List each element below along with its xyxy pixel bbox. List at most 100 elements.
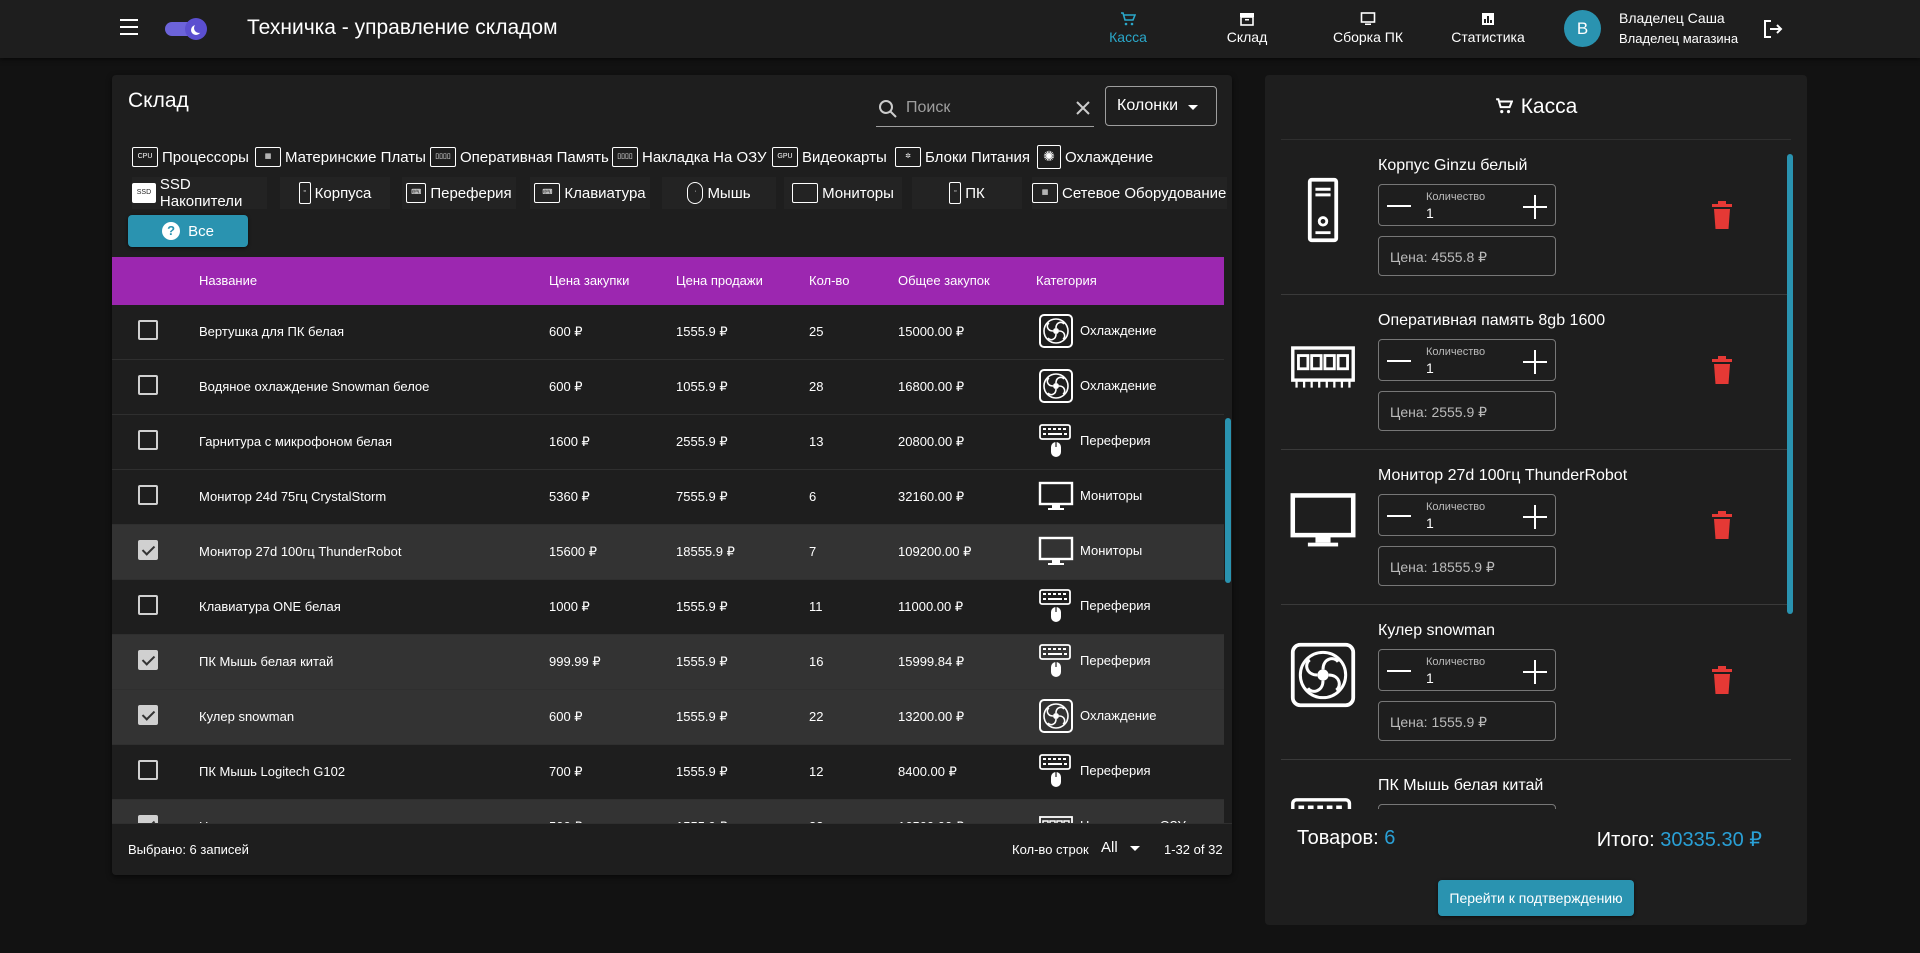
cell-name: Клавиатура ONE белая	[199, 599, 341, 614]
quantity-value[interactable]: 1	[1426, 515, 1434, 531]
quantity-stepper[interactable]: Количество1	[1378, 649, 1556, 691]
plus-icon[interactable]	[1523, 660, 1547, 684]
category-chip[interactable]: Мониторы	[784, 177, 902, 209]
cell-name: ПК Мышь белая китай	[199, 654, 334, 669]
category-chip-all[interactable]: ? Все	[128, 215, 248, 247]
category-chip[interactable]: ✺ Охлаждение	[1037, 141, 1154, 173]
quantity-value[interactable]: 1	[1426, 360, 1434, 376]
theme-toggle[interactable]	[165, 18, 207, 40]
category-label: Сетевое Оборудование	[1062, 184, 1227, 202]
row-checkbox[interactable]	[138, 760, 158, 780]
col-category[interactable]: Категория	[1036, 273, 1097, 288]
row-checkbox[interactable]	[138, 430, 158, 450]
cell-qty: 28	[809, 379, 824, 394]
nav-sklad[interactable]: Склад	[1222, 12, 1272, 45]
cell-qty: 13	[809, 434, 824, 449]
col-qty[interactable]: Кол-во	[809, 273, 849, 288]
category-chip[interactable]: ▫ ПК	[912, 177, 1022, 209]
columns-button[interactable]: Колонки	[1105, 86, 1217, 126]
nav-sborka[interactable]: Сборка ПК	[1328, 12, 1408, 45]
confirm-button[interactable]: Перейти к подтверждению	[1438, 880, 1634, 916]
category-chip[interactable]: ▯▯▯▯ Оперативная Память	[430, 141, 609, 173]
table-row[interactable]: Монитор 24d 75гц CrystalStorm 5360 ₽ 7555.…	[112, 470, 1224, 525]
row-checkbox[interactable]	[138, 705, 158, 725]
category-chip[interactable]: SSD SSD Накопители	[132, 176, 267, 210]
plus-icon[interactable]	[1523, 505, 1547, 529]
table-row[interactable]: Гарнитура с микрофоном белая 1600 ₽ 2555.9…	[112, 415, 1224, 470]
table-row[interactable]: Вертушка для ПК белая 600 ₽ 1555.9 ₽ 25 1500…	[112, 305, 1224, 360]
table-row[interactable]: Клавиатура ONE белая 1000 ₽ 1555.9 ₽ 11 1100…	[112, 580, 1224, 635]
category-chip[interactable]: · Мышь	[662, 177, 776, 209]
trash-icon[interactable]	[1710, 510, 1734, 540]
price-field[interactable]: Цена: 1555.9 ₽	[1378, 701, 1556, 741]
scroll-thumb[interactable]	[1225, 418, 1231, 583]
row-checkbox[interactable]	[138, 540, 158, 560]
psu-icon: ✲	[895, 147, 921, 167]
col-name[interactable]: Название	[199, 273, 257, 288]
nav-stat-label: Статистика	[1451, 29, 1525, 45]
nav-kassa[interactable]: Касса	[1106, 12, 1150, 45]
minus-icon[interactable]	[1387, 670, 1411, 672]
kassa-title: Касса	[1265, 95, 1807, 119]
category-chip[interactable]: GPU Видеокарты	[772, 141, 887, 173]
category-chip[interactable]: ⌨ Клавиатура	[530, 177, 650, 209]
close-icon[interactable]	[1074, 99, 1092, 117]
cell-sell-price: 2555.9 ₽	[676, 434, 728, 449]
table-row[interactable]: Монитор 27d 100гц ThunderRobot 15600 ₽ 185…	[112, 525, 1224, 580]
table-row[interactable]: Водяное охлаждение Snowman белое 600 ₽ 105…	[112, 360, 1224, 415]
col-total[interactable]: Общее закупок	[898, 273, 990, 288]
minus-icon[interactable]	[1387, 205, 1411, 207]
cell-total: 109200.00 ₽	[898, 544, 972, 559]
motherboard-icon: ▦	[255, 147, 281, 167]
logout-icon[interactable]	[1762, 18, 1784, 40]
minus-icon[interactable]	[1387, 360, 1411, 362]
category-chip[interactable]: ✲ Блоки Питания	[895, 141, 1031, 173]
row-checkbox[interactable]	[138, 320, 158, 340]
table-row[interactable]: ПК Мышь Logitech G102 700 ₽ 1555.9 ₽ 12 8400…	[112, 745, 1224, 800]
kassa-scrollbar[interactable]	[1787, 140, 1793, 796]
quantity-value[interactable]: 1	[1426, 670, 1434, 686]
scroll-thumb[interactable]	[1787, 154, 1793, 614]
nav-stat[interactable]: Статистика	[1446, 12, 1530, 45]
category-chip[interactable]: ▦ Материнские Платы	[255, 141, 426, 173]
table-row[interactable]: ПК Мышь белая китай 999.99 ₽ 1555.9 ₽ 16 159…	[112, 635, 1224, 690]
cart-item: Монитор 27d 100гц ThunderRobot Количество…	[1281, 450, 1791, 605]
price-field[interactable]: Цена: 4555.8 ₽	[1378, 236, 1556, 276]
row-checkbox[interactable]	[138, 375, 158, 395]
col-buy[interactable]: Цена закупки	[549, 273, 629, 288]
row-checkbox[interactable]	[138, 815, 158, 823]
trash-icon[interactable]	[1710, 200, 1734, 230]
table-scrollbar[interactable]	[1224, 305, 1232, 823]
row-checkbox[interactable]	[138, 485, 158, 505]
avatar[interactable]: В	[1564, 10, 1601, 47]
quantity-stepper[interactable]: Количество1	[1378, 804, 1556, 809]
price-field[interactable]: Цена: 2555.9 ₽	[1378, 391, 1556, 431]
plus-icon[interactable]	[1523, 350, 1547, 374]
quantity-stepper[interactable]: Количество1	[1378, 494, 1556, 536]
category-chip[interactable]: ▦ Сетевое Оборудование	[1032, 177, 1227, 209]
table-row[interactable]: Накладки на оперативную память500 ₽1555.…	[112, 800, 1224, 823]
cell-buy-price: 600 ₽	[549, 709, 583, 724]
quantity-stepper[interactable]: Количество1	[1378, 339, 1556, 381]
category-label: Клавиатура	[564, 184, 646, 202]
minus-icon[interactable]	[1387, 515, 1411, 517]
quantity-value[interactable]: 1	[1426, 205, 1434, 221]
category-chip[interactable]: ▯▯▯▯ Накладка На ОЗУ	[612, 141, 767, 173]
row-checkbox[interactable]	[138, 595, 158, 615]
menu-icon[interactable]	[116, 19, 142, 39]
trash-icon[interactable]	[1710, 665, 1734, 695]
keyboard-icon: ⌨	[534, 183, 561, 203]
chevron-down-icon[interactable]	[1130, 846, 1140, 851]
search-field[interactable]: Поиск	[876, 87, 1094, 127]
category-chip[interactable]: ⌨ Переферия	[402, 177, 516, 209]
table-row[interactable]: Кулер snowman 600 ₽ 1555.9 ₽ 22 13200.00 ₽ Ох…	[112, 690, 1224, 745]
price-field[interactable]: Цена: 18555.9 ₽	[1378, 546, 1556, 586]
category-chip[interactable]: ▫ Корпуса	[280, 177, 390, 209]
category-chip[interactable]: CPU Процессоры	[132, 141, 249, 173]
row-checkbox[interactable]	[138, 650, 158, 670]
trash-icon[interactable]	[1710, 355, 1734, 385]
quantity-stepper[interactable]: Количество1	[1378, 184, 1556, 226]
plus-icon[interactable]	[1523, 195, 1547, 219]
col-sell[interactable]: Цена продажи	[676, 273, 763, 288]
rows-per-page-select[interactable]: All	[1101, 839, 1118, 856]
